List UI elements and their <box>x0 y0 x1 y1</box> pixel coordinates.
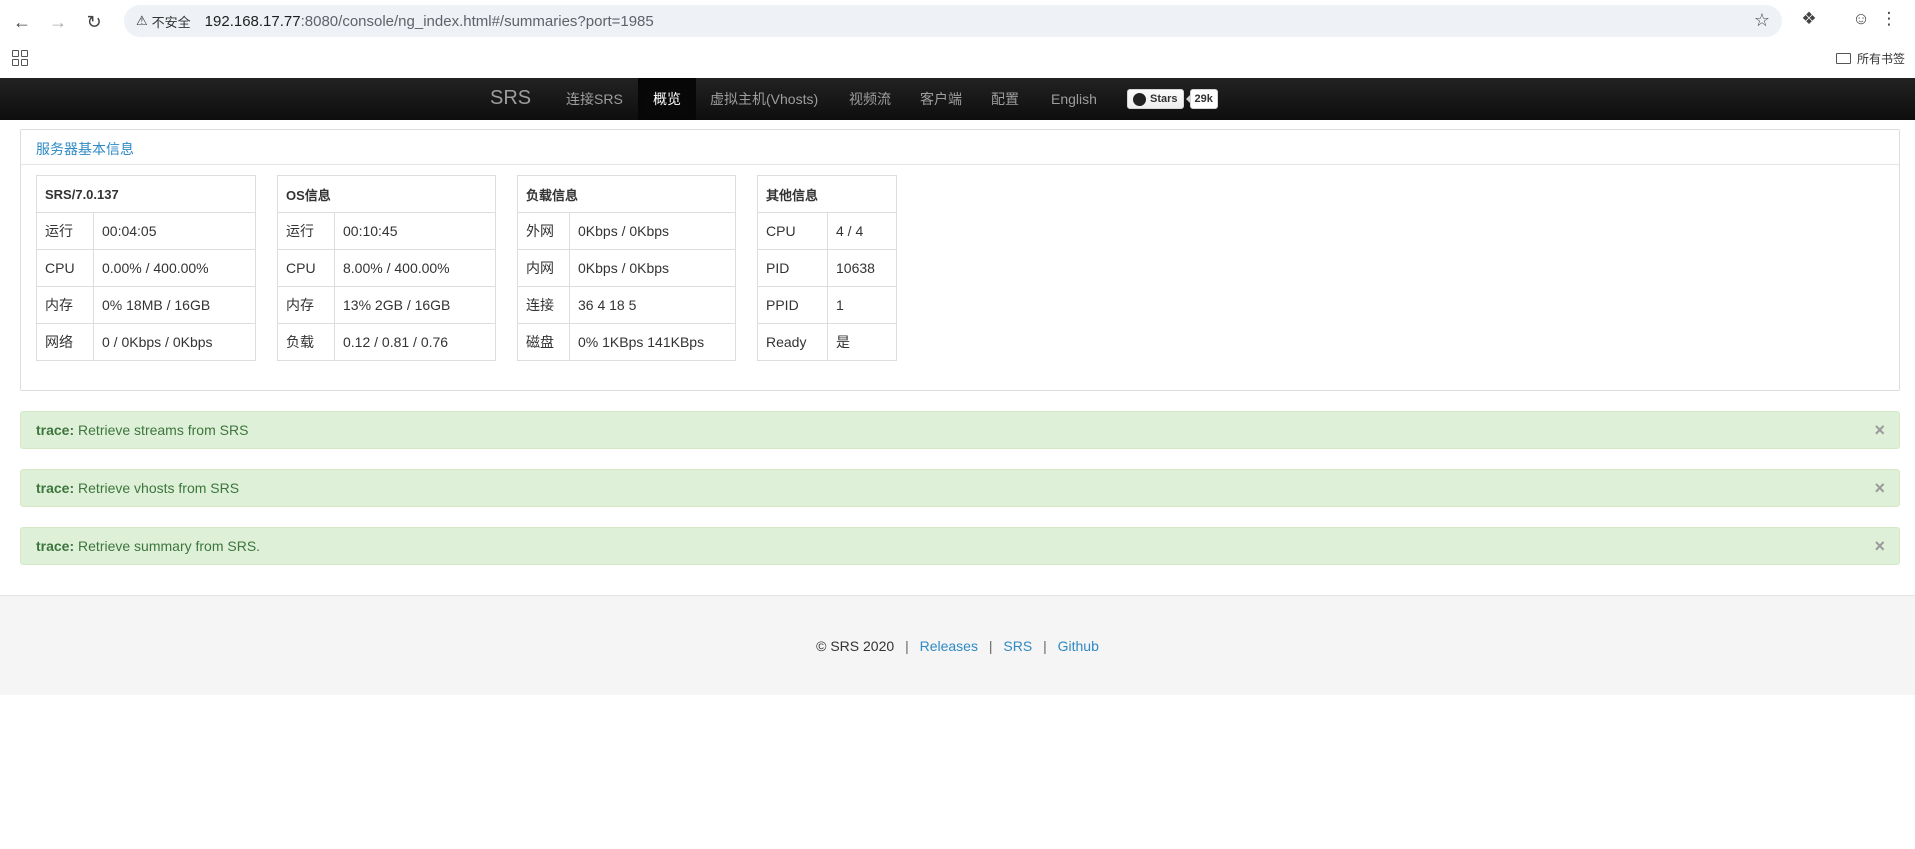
bookmark-star-icon[interactable]: ☆ <box>1754 10 1770 31</box>
alert-message: Retrieve streams from SRS <box>78 422 249 438</box>
table-row: 运行 00:04:05 <box>36 212 256 250</box>
back-icon[interactable]: ← <box>9 9 35 35</box>
table-row: 磁盘 0% 1KBps 141KBps <box>517 323 736 361</box>
table-row: Ready 是 <box>757 323 897 361</box>
footer-link-releases[interactable]: Releases <box>920 638 978 654</box>
alert-vhosts: trace: Retrieve vhosts from SRS × <box>20 469 1900 507</box>
alert-summary: trace: Retrieve summary from SRS. × <box>20 527 1900 565</box>
github-stars-button[interactable]: Stars <box>1127 89 1184 109</box>
table-row: CPU 8.00% / 400.00% <box>277 249 496 287</box>
footer-link-srs[interactable]: SRS <box>1003 638 1032 654</box>
table-row: 内存 13% 2GB / 16GB <box>277 286 496 324</box>
address-bar[interactable]: ⚠ 不安全 192.168.17.77:8080/console/ng_inde… <box>124 5 1782 37</box>
github-icon <box>1133 92 1146 106</box>
alert-streams: trace: Retrieve streams from SRS × <box>20 411 1900 449</box>
close-icon[interactable]: × <box>1874 412 1885 448</box>
table-row: 外网 0Kbps / 0Kbps <box>517 212 736 250</box>
table-row: PPID 1 <box>757 286 897 324</box>
nav-english[interactable]: English <box>1036 78 1112 120</box>
table-header: OS信息 <box>277 175 496 213</box>
menu-icon[interactable]: ⋮ <box>1877 9 1901 29</box>
footer: © SRS 2020 | Releases | SRS | Github <box>0 595 1915 695</box>
folder-icon <box>1835 53 1851 64</box>
server-info-panel: 服务器基本信息 SRS/7.0.137 运行 00:04:05 CPU 0.00% … <box>20 129 1900 391</box>
bookmark-bar: 所有书签 <box>0 42 1915 78</box>
apps-grid-icon[interactable] <box>12 50 28 66</box>
nav-vhosts[interactable]: 虚拟主机(Vhosts) <box>695 78 833 120</box>
os-info-table: OS信息 运行 00:10:45 CPU 8.00% / 400.00% 内存 13%… <box>277 175 496 361</box>
table-row: 网络 0 / 0Kbps / 0Kbps <box>36 323 256 361</box>
browser-toolbar: ← → ↻ ⚠ 不安全 192.168.17.77:8080/console/n… <box>0 0 1915 42</box>
footer-separator: | <box>1043 638 1047 654</box>
url-text[interactable]: 192.168.17.77:8080/console/ng_index.html… <box>205 13 654 30</box>
reload-icon[interactable]: ↻ <box>81 9 107 35</box>
table-row: CPU 4 / 4 <box>757 212 897 250</box>
alert-level: trace: <box>36 480 75 496</box>
nav-connect[interactable]: 连接SRS <box>551 78 638 120</box>
table-row: 内网 0Kbps / 0Kbps <box>517 249 736 287</box>
footer-copyright: © SRS 2020 <box>816 638 895 654</box>
alert-level: trace: <box>36 538 75 554</box>
top-navbar: SRS 连接SRS 概览 虚拟主机(Vhosts) 视频流 客户端 配置 Eng… <box>0 78 1915 120</box>
github-stars-badge[interactable]: Stars 29k <box>1127 89 1218 109</box>
load-info-table: 负载信息 外网 0Kbps / 0Kbps 内网 0Kbps / 0Kbps 连接 3… <box>517 175 736 361</box>
github-stars-count[interactable]: 29k <box>1185 89 1218 109</box>
footer-separator: | <box>905 638 909 654</box>
table-header: 其他信息 <box>757 175 897 213</box>
close-icon[interactable]: × <box>1874 470 1885 506</box>
other-info-table: 其他信息 CPU 4 / 4 PID 10638 PPID 1 Ready 是 <box>757 175 897 361</box>
footer-separator: | <box>988 638 993 654</box>
nav-streams[interactable]: 视频流 <box>834 78 906 120</box>
forward-icon[interactable]: → <box>45 9 71 35</box>
warning-icon: ⚠ <box>136 13 148 28</box>
panel-title: 服务器基本信息 <box>21 130 1899 165</box>
alert-level: trace: <box>36 422 75 438</box>
footer-link-github[interactable]: Github <box>1058 638 1099 654</box>
table-row: 负载 0.12 / 0.81 / 0.76 <box>277 323 496 361</box>
insecure-indicator[interactable]: ⚠ 不安全 <box>130 9 199 33</box>
nav-config[interactable]: 配置 <box>976 78 1034 120</box>
alert-message: Retrieve vhosts from SRS <box>78 480 240 496</box>
brand-logo[interactable]: SRS <box>490 87 531 110</box>
table-row: 连接 36 4 18 5 <box>517 286 736 324</box>
profile-icon[interactable]: ☺ <box>1849 9 1873 29</box>
srs-info-table: SRS/7.0.137 运行 00:04:05 CPU 0.00% / 400.00… <box>36 175 256 361</box>
alert-message: Retrieve summary from SRS. <box>78 538 261 554</box>
all-bookmarks-button[interactable]: 所有书签 <box>1835 50 1905 67</box>
table-row: 内存 0% 18MB / 16GB <box>36 286 256 324</box>
table-row: 运行 00:10:45 <box>277 212 496 250</box>
nav-clients[interactable]: 客户端 <box>905 78 977 120</box>
table-header: SRS/7.0.137 <box>36 175 256 213</box>
close-icon[interactable]: × <box>1874 528 1885 564</box>
nav-summary[interactable]: 概览 <box>638 78 696 120</box>
table-header: 负载信息 <box>517 175 736 213</box>
extensions-icon[interactable]: ❖ <box>1797 9 1821 29</box>
table-row: PID 10638 <box>757 249 897 287</box>
table-row: CPU 0.00% / 400.00% <box>36 249 256 287</box>
